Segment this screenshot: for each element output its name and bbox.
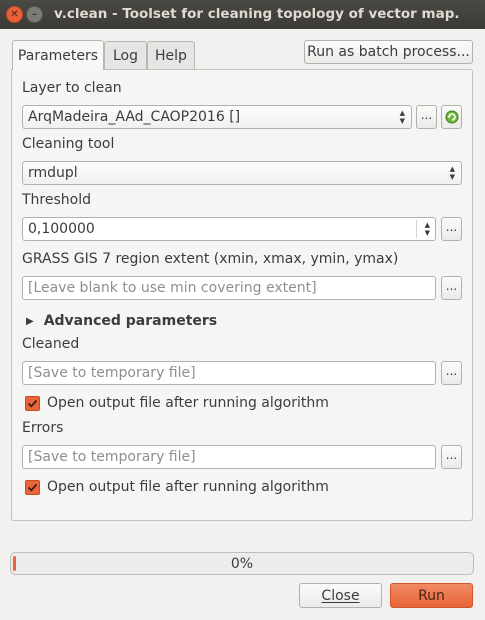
progress-bar: 0% bbox=[10, 552, 474, 575]
updown-arrows-icon: ▲ ▼ bbox=[449, 165, 455, 181]
run-button-label: Run bbox=[418, 587, 445, 604]
close-icon: ✕ bbox=[10, 8, 19, 20]
cleaned-label: Cleaned bbox=[22, 336, 80, 352]
tab-log-label: Log bbox=[112, 47, 138, 64]
tab-parameters-label: Parameters bbox=[17, 47, 99, 64]
errors-open-label: Open output file after running algorithm bbox=[47, 479, 329, 495]
close-button[interactable]: Close bbox=[299, 583, 382, 608]
spin-separator bbox=[416, 220, 417, 238]
updown-arrows-icon: ▲ ▼ bbox=[399, 109, 405, 125]
tab-help[interactable]: Help bbox=[147, 41, 195, 69]
close-button-label: Close bbox=[321, 587, 360, 604]
checkmark-icon bbox=[27, 483, 38, 492]
window-titlebar: ✕ – v.clean - Toolset for cleaning topol… bbox=[0, 0, 485, 29]
progress-text: 0% bbox=[230, 556, 254, 572]
spin-arrows-icon[interactable]: ▲ ▼ bbox=[425, 221, 430, 237]
tab-help-label: Help bbox=[155, 47, 187, 64]
cleaning-tool-value: rmdupl bbox=[28, 165, 78, 181]
layer-value: ArqMadeira_AAd_CAOP2016 [] bbox=[28, 109, 241, 125]
errors-output-placeholder: [Save to temporary file] bbox=[28, 449, 196, 465]
threshold-label: Threshold bbox=[22, 192, 91, 208]
cleaned-output-placeholder: [Save to temporary file] bbox=[28, 365, 196, 381]
run-as-batch-label: Run as batch process... bbox=[307, 44, 470, 60]
cleaned-output-browse-button[interactable]: ... bbox=[441, 361, 462, 385]
iterate-icon bbox=[445, 110, 458, 124]
region-extent-button-label: ... bbox=[445, 279, 458, 293]
advanced-parameters-toggle[interactable]: ▶ Advanced parameters bbox=[26, 312, 226, 330]
advanced-parameters-label: Advanced parameters bbox=[43, 313, 218, 329]
tab-log[interactable]: Log bbox=[104, 41, 147, 69]
region-label: GRASS GIS 7 region extent (xmin, xmax, y… bbox=[22, 251, 399, 267]
expand-arrow-icon: ▶ bbox=[26, 315, 34, 327]
errors-output-input[interactable]: [Save to temporary file] bbox=[22, 445, 436, 469]
layer-browse-button[interactable]: ... bbox=[416, 105, 437, 129]
threshold-options-label: ... bbox=[445, 220, 458, 234]
cleaned-open-label: Open output file after running algorithm bbox=[47, 395, 329, 411]
errors-open-checkbox[interactable] bbox=[25, 480, 40, 495]
minimize-icon: – bbox=[32, 8, 37, 20]
cleaned-output-browse-label: ... bbox=[445, 364, 458, 378]
region-extent-input[interactable]: [Leave blank to use min covering extent] bbox=[22, 276, 436, 300]
tab-parameters[interactable]: Parameters bbox=[12, 40, 104, 70]
close-window-button[interactable]: ✕ bbox=[6, 6, 23, 23]
errors-output-browse-label: ... bbox=[445, 448, 458, 462]
region-extent-button[interactable]: ... bbox=[441, 276, 462, 300]
cleaned-open-checkbox[interactable] bbox=[25, 396, 40, 411]
window-title: v.clean - Toolset for cleaning topology … bbox=[54, 6, 460, 22]
cleaned-output-input[interactable]: [Save to temporary file] bbox=[22, 361, 436, 385]
cleaning-tool-select[interactable]: rmdupl ▲ ▼ bbox=[22, 161, 462, 185]
iterate-layer-button[interactable] bbox=[441, 105, 462, 129]
threshold-input[interactable]: 0,100000 ▲ ▼ bbox=[22, 217, 436, 241]
run-as-batch-button[interactable]: Run as batch process... bbox=[304, 40, 473, 64]
threshold-value: 0,100000 bbox=[28, 221, 95, 237]
minimize-window-button[interactable]: – bbox=[26, 6, 43, 23]
tool-label: Cleaning tool bbox=[22, 136, 115, 152]
layer-label: Layer to clean bbox=[22, 80, 122, 96]
run-button[interactable]: Run bbox=[390, 583, 473, 608]
threshold-options-button[interactable]: ... bbox=[441, 217, 462, 241]
region-extent-placeholder: [Leave blank to use min covering extent] bbox=[28, 280, 317, 296]
layer-select[interactable]: ArqMadeira_AAd_CAOP2016 [] ▲ ▼ bbox=[22, 105, 412, 129]
errors-output-browse-button[interactable]: ... bbox=[441, 445, 462, 469]
checkmark-icon bbox=[27, 399, 38, 408]
layer-browse-label: ... bbox=[420, 108, 433, 122]
errors-label: Errors bbox=[22, 420, 64, 436]
